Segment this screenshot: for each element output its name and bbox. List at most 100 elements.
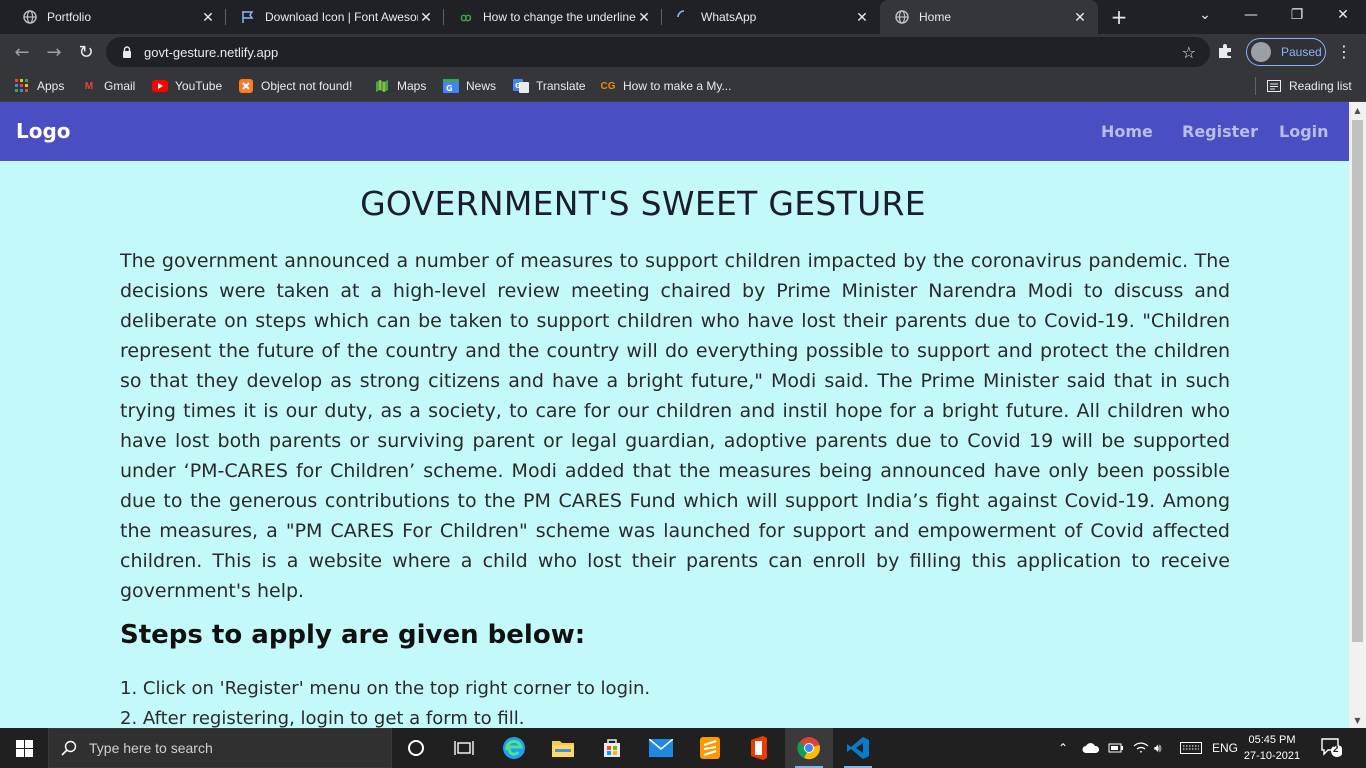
bookmark-gmail[interactable]: M Gmail [81,76,136,96]
taskbar-search-box[interactable]: Type here to search [48,728,392,768]
show-hidden-icons-icon[interactable]: ⌃ [1058,728,1068,768]
vscode-icon[interactable] [834,728,882,768]
reading-list-icon [1266,78,1282,94]
intro-paragraph: The government announced a number of mea… [120,250,1230,602]
bookmark-news[interactable]: G News [443,76,496,96]
news-icon: G [443,78,459,94]
extensions-puzzle-icon[interactable] [1216,42,1236,62]
microsoft-store-icon[interactable] [588,728,636,768]
tab-underline[interactable]: ꝏ How to change the underline ✕ [444,0,662,34]
bookmark-label: Translate [536,79,586,93]
bookmark-label: Object not found! [261,79,353,93]
maps-icon [374,78,390,94]
tab-portfolio[interactable]: Portfolio ✕ [8,0,226,34]
bookmark-apps[interactable]: Apps [14,76,64,96]
bookmark-label: YouTube [175,79,223,93]
cg-icon: CG [600,80,616,92]
link-icon: ꝏ [460,11,472,24]
restore-button[interactable]: ❐ [1274,0,1320,30]
sublime-text-icon[interactable] [686,728,734,768]
office-icon[interactable] [735,728,783,768]
chrome-icon[interactable] [785,728,833,768]
close-tab-icon[interactable]: ✕ [854,9,870,25]
new-tab-button[interactable]: + [1108,5,1130,29]
edge-icon[interactable] [490,728,538,768]
bookmark-youtube[interactable]: YouTube [152,76,222,96]
task-view-icon[interactable] [440,728,488,768]
bookmark-star-icon[interactable]: ☆ [1182,43,1196,62]
site-logo[interactable]: Logo [16,119,71,143]
page-title: GOVERNMENT'S SWEET GESTURE [360,184,926,223]
notification-center-icon[interactable]: 2 [1320,737,1344,759]
wifi-icon[interactable] [1133,728,1149,768]
close-window-button[interactable]: ✕ [1320,0,1366,30]
bookmark-label: How to make a My... [623,79,732,93]
tab-title: Portfolio [47,10,92,24]
close-tab-icon[interactable]: ✕ [200,9,216,25]
scrollbar-thumb[interactable] [1352,120,1363,642]
bookmarks-bar: Apps M Gmail YouTube Object not found! M… [0,70,1366,102]
profile-status: Paused [1281,45,1322,59]
mail-icon[interactable] [637,728,685,768]
scroll-up-icon[interactable]: ▲ [1349,102,1366,118]
site-navbar: Logo Home Register Login [0,102,1349,161]
clock-time: 05:45 PM [1248,734,1296,746]
bookmark-label: News [466,79,497,93]
system-clock[interactable]: 05:45 PM 27-10-2021 [1242,732,1302,764]
url-text[interactable]: govt-gesture.netlify.app [144,45,278,60]
language-indicator[interactable]: ENG [1212,728,1238,768]
bookmark-label: Apps [37,79,65,93]
bookmark-object-not-found[interactable]: Object not found! [238,76,352,96]
more-menu-icon[interactable]: ⋮ [1336,42,1352,62]
scroll-down-icon[interactable]: ▼ [1349,712,1366,728]
bookmark-maps[interactable]: Maps [374,76,426,96]
tab-font-awesome[interactable]: Download Icon | Font Awesome ✕ [226,0,444,34]
bookmarks-divider [1255,77,1256,95]
windows-start-icon[interactable] [0,728,48,768]
browser-toolbar: ← → ↻ govt-gesture.netlify.app ☆ Paused … [0,34,1366,70]
tab-title: How to change the underline [483,10,636,24]
tab-search-icon[interactable]: ⌄ [1182,0,1228,30]
notification-badge: 2 [1333,744,1339,755]
minimize-button[interactable]: — [1228,0,1274,30]
profile-button[interactable]: Paused [1246,38,1326,66]
apps-grid-icon [14,78,30,94]
steps-heading: Steps to apply are given below: [120,620,586,650]
svg-text:G: G [446,84,453,93]
bookmark-cg[interactable]: CG How to make a My... [600,76,732,96]
nav-login-link[interactable]: Login [1279,122,1329,141]
step-item: 1. Click on 'Register' menu on the top r… [120,678,651,699]
close-tab-icon[interactable]: ✕ [418,9,434,25]
avatar [1251,42,1271,62]
youtube-icon [152,78,168,94]
nav-register-link[interactable]: Register [1182,122,1258,141]
volume-icon[interactable]: 🔊︎ [1154,728,1162,768]
forward-icon[interactable]: → [42,40,66,64]
page-viewport: Logo Home Register Login GOVERNMENT'S SW… [0,102,1349,728]
address-bar[interactable]: govt-gesture.netlify.app ☆ [106,37,1210,67]
bookmark-translate[interactable]: G Translate [513,76,586,96]
file-explorer-icon[interactable] [539,728,587,768]
tab-title: Home [919,10,952,24]
reload-icon[interactable]: ↻ [74,40,98,64]
reading-list-label: Reading list [1289,79,1352,93]
reading-list-button[interactable]: Reading list [1266,76,1352,96]
back-icon[interactable]: ← [10,40,34,64]
clock-date: 27-10-2021 [1243,750,1301,762]
flag-icon [240,9,256,25]
globe-icon [894,9,910,25]
tab-home[interactable]: Home ✕ [880,0,1098,34]
tab-whatsapp[interactable]: WhatsApp ✕ [662,0,880,34]
battery-icon[interactable] [1108,728,1124,768]
loading-spinner-icon [676,9,692,25]
nav-home-link[interactable]: Home [1101,122,1153,141]
cortana-icon[interactable] [392,728,440,768]
page-scrollbar[interactable]: ▲ ▼ [1349,102,1366,728]
onedrive-icon[interactable] [1082,728,1100,768]
close-tab-icon[interactable]: ✕ [1072,9,1088,25]
lock-icon[interactable] [120,46,134,58]
tab-title: Download Icon | Font Awesome [265,10,418,24]
tab-title: WhatsApp [701,10,757,24]
keyboard-icon[interactable] [1180,728,1202,768]
close-tab-icon[interactable]: ✕ [636,9,652,25]
